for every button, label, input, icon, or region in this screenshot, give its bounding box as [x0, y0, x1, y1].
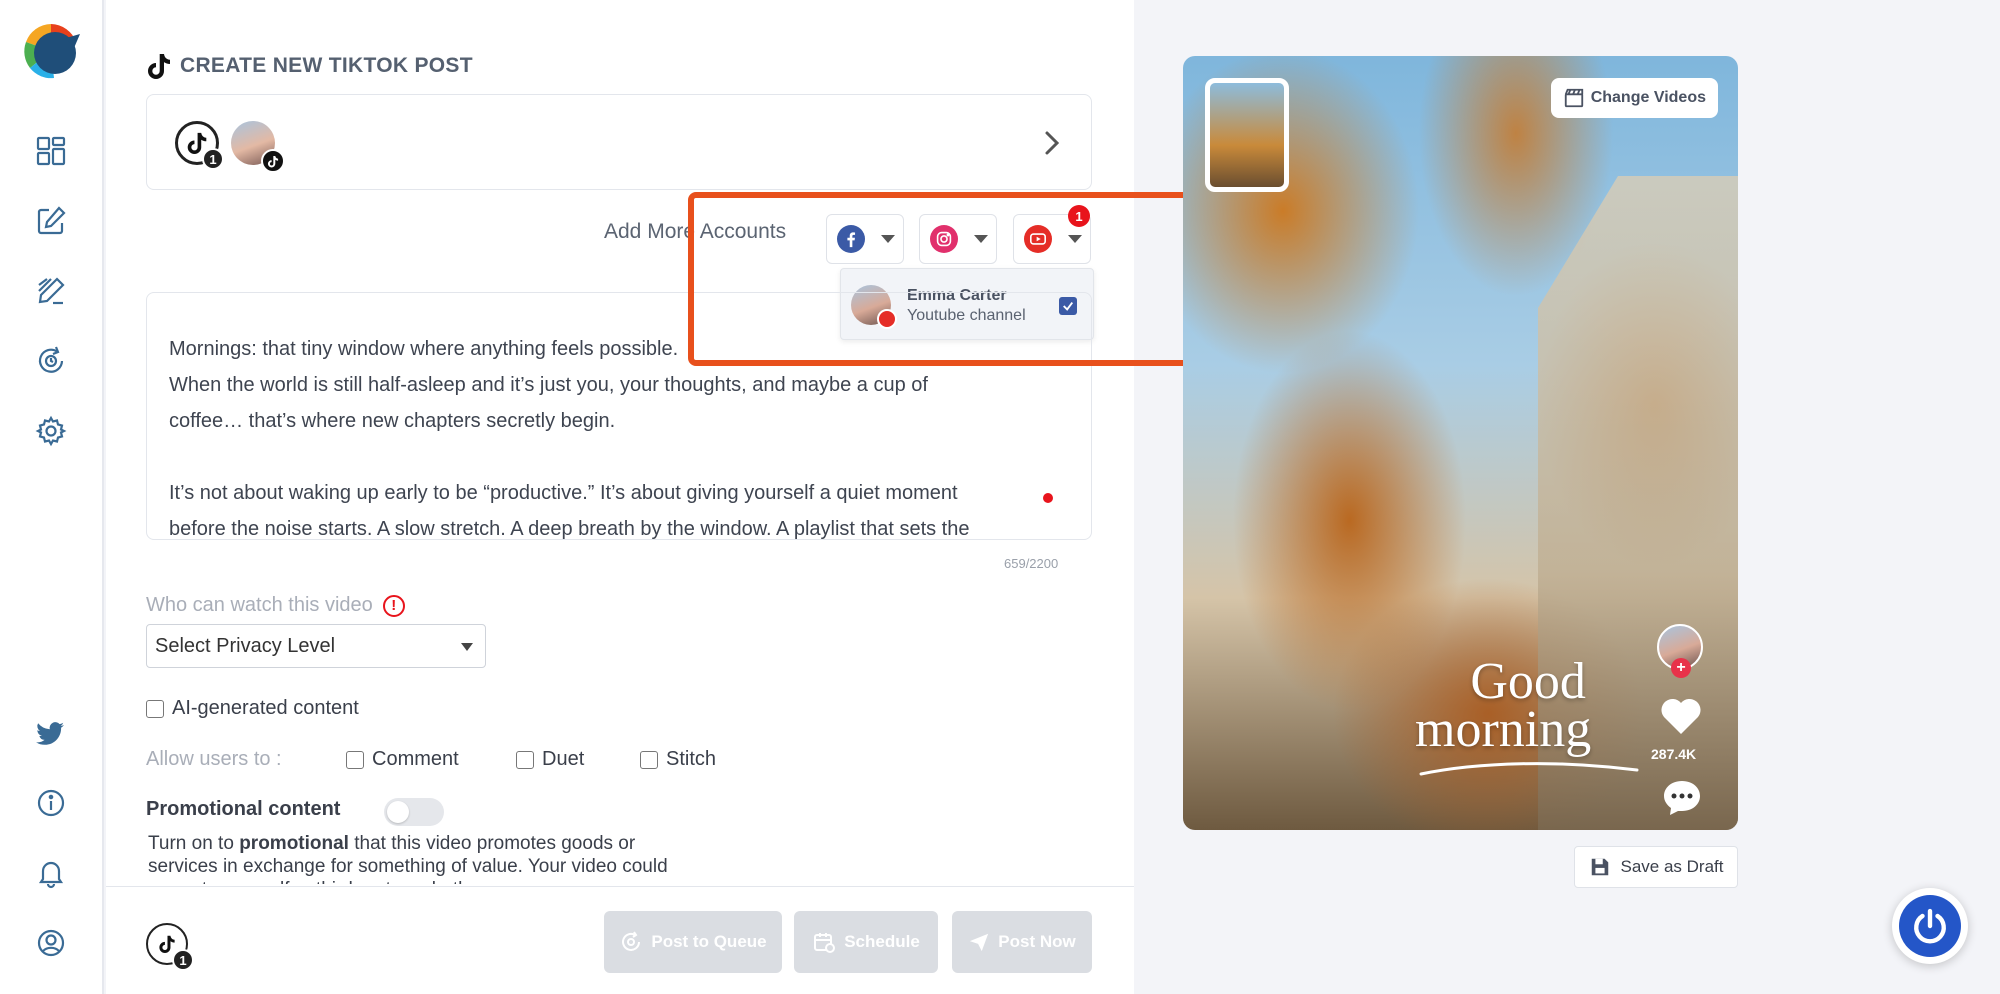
settings-icon[interactable] — [32, 412, 70, 450]
twitter-icon[interactable] — [32, 714, 70, 752]
youtube-icon — [1024, 225, 1052, 253]
drafts-icon[interactable] — [32, 272, 70, 310]
promo-desc-pre: Turn on to — [148, 833, 240, 854]
privacy-label: Who can watch this video ! — [146, 594, 405, 617]
calendar-icon — [814, 933, 836, 953]
tiktok-icon — [159, 935, 175, 953]
overlay-line-1: Good — [1470, 653, 1586, 710]
comment-label: Comment — [372, 748, 459, 770]
facebook-accounts-dropdown[interactable] — [826, 214, 904, 264]
duet-checkbox[interactable] — [516, 750, 534, 769]
promotional-toggle[interactable] — [384, 798, 444, 826]
warning-icon: ! — [382, 594, 405, 617]
privacy-label-text: Who can watch this video — [146, 594, 373, 616]
change-videos-button[interactable]: Change Videos — [1550, 78, 1718, 118]
ai-content-label: AI-generated content — [172, 697, 359, 719]
facebook-icon — [837, 225, 865, 253]
change-videos-label: Change Videos — [1590, 89, 1706, 106]
post-now-label: Post Now — [998, 932, 1076, 951]
post-editor: CREATE NEW TIKTOK POST 1 Add More Accoun… — [106, 0, 1230, 994]
video-clapper-icon — [1564, 88, 1583, 108]
caption-line — [169, 439, 1071, 475]
instagram-icon — [930, 225, 958, 253]
caption-line: When the world is still half-asleep and … — [169, 374, 928, 396]
promotional-label: Promotional content — [146, 798, 341, 820]
save-icon — [1591, 858, 1608, 876]
info-icon[interactable] — [32, 784, 70, 822]
grammar-indicator[interactable] — [1043, 493, 1053, 503]
power-button[interactable] — [1892, 888, 1968, 964]
promotional-description: Turn on to promotional that this video p… — [148, 832, 708, 884]
duet-label: Duet — [542, 748, 585, 770]
youtube-notification-badge: 1 — [1068, 205, 1090, 227]
tiktok-count-badge: 1 — [202, 148, 224, 170]
swash-decoration — [1419, 762, 1639, 776]
ai-content-option[interactable]: AI-generated content — [146, 697, 359, 720]
action-footer: 1 Post to Queue Schedule Post Now — [106, 886, 1134, 994]
allow-users-label: Allow users to : — [146, 748, 282, 770]
character-counter: 659/2200 — [1004, 556, 1059, 571]
caption-line: coffee… that’s where new chapters secret… — [169, 410, 616, 432]
caption-line: before the noise starts. A slow stretch.… — [169, 518, 970, 540]
save-as-draft-label: Save as Draft — [1620, 857, 1724, 876]
caption-line: It’s not about waking up early to be “pr… — [169, 482, 958, 504]
video-overlay-text: Good morning — [1415, 653, 1591, 756]
footer-tiktok-account[interactable]: 1 — [146, 923, 194, 971]
video-preview: Change Videos Good morning + 287.4K — [1183, 56, 1738, 830]
selected-accounts-bar[interactable]: 1 — [146, 94, 1092, 190]
youtube-accounts-dropdown[interactable]: 1 — [1013, 205, 1091, 264]
tiktok-badge-icon — [261, 149, 285, 173]
ai-content-checkbox[interactable] — [146, 699, 164, 718]
schedule-label: Schedule — [844, 932, 920, 951]
comment-option[interactable]: Comment — [346, 748, 459, 771]
duet-option[interactable]: Duet — [516, 748, 584, 771]
chevron-down-icon — [461, 643, 473, 651]
dashboard-icon[interactable] — [32, 132, 70, 170]
save-as-draft-button[interactable]: Save as Draft — [1574, 846, 1738, 888]
chevron-down-icon — [881, 235, 895, 243]
promo-desc-bold: promotional — [239, 833, 349, 854]
post-now-button[interactable]: Post Now — [952, 911, 1092, 973]
caption-line: Mornings: that tiny window where anythin… — [169, 338, 679, 360]
follow-plus-icon: + — [1671, 658, 1691, 678]
heart-icon — [1661, 698, 1701, 734]
queue-icon — [622, 931, 641, 951]
chevron-down-icon — [974, 235, 988, 243]
sidebar — [0, 0, 104, 994]
privacy-level-select[interactable]: Select Privacy Level — [146, 624, 486, 668]
stitch-checkbox[interactable] — [640, 750, 658, 769]
footer-tiktok-count-badge: 1 — [172, 949, 194, 971]
post-to-queue-button[interactable]: Post to Queue — [604, 911, 782, 973]
power-icon — [1899, 895, 1961, 957]
stitch-label: Stitch — [666, 748, 717, 770]
stitch-option[interactable]: Stitch — [640, 748, 716, 771]
instagram-accounts-dropdown[interactable] — [919, 214, 997, 264]
account-avatar[interactable] — [231, 121, 285, 173]
post-to-queue-label: Post to Queue — [651, 932, 767, 951]
chevron-right-icon[interactable] — [1037, 125, 1067, 161]
likes-count: 287.4K — [1651, 746, 1697, 762]
recycle-icon[interactable] — [32, 342, 70, 380]
video-thumbnail[interactable] — [1205, 78, 1289, 192]
schedule-button[interactable]: Schedule — [794, 911, 938, 973]
app-logo-icon[interactable] — [20, 20, 82, 82]
add-more-accounts-label: Add More Accounts — [604, 220, 787, 243]
comment-checkbox[interactable] — [346, 750, 364, 769]
caption-textarea[interactable]: Mornings: that tiny window where anythin… — [146, 292, 1092, 540]
tiktok-icon — [148, 54, 170, 79]
page-title-text: CREATE NEW TIKTOK POST — [180, 54, 473, 77]
compose-icon[interactable] — [32, 202, 70, 240]
overlay-line-2: morning — [1415, 701, 1592, 758]
tiktok-account-group[interactable]: 1 — [175, 121, 224, 170]
bell-icon[interactable] — [32, 854, 70, 892]
user-icon[interactable] — [32, 924, 70, 962]
page-title: CREATE NEW TIKTOK POST — [146, 52, 473, 80]
send-icon — [970, 933, 989, 952]
chevron-down-icon — [1068, 235, 1082, 243]
comment-icon — [1664, 781, 1700, 815]
privacy-select-value: Select Privacy Level — [155, 635, 336, 657]
